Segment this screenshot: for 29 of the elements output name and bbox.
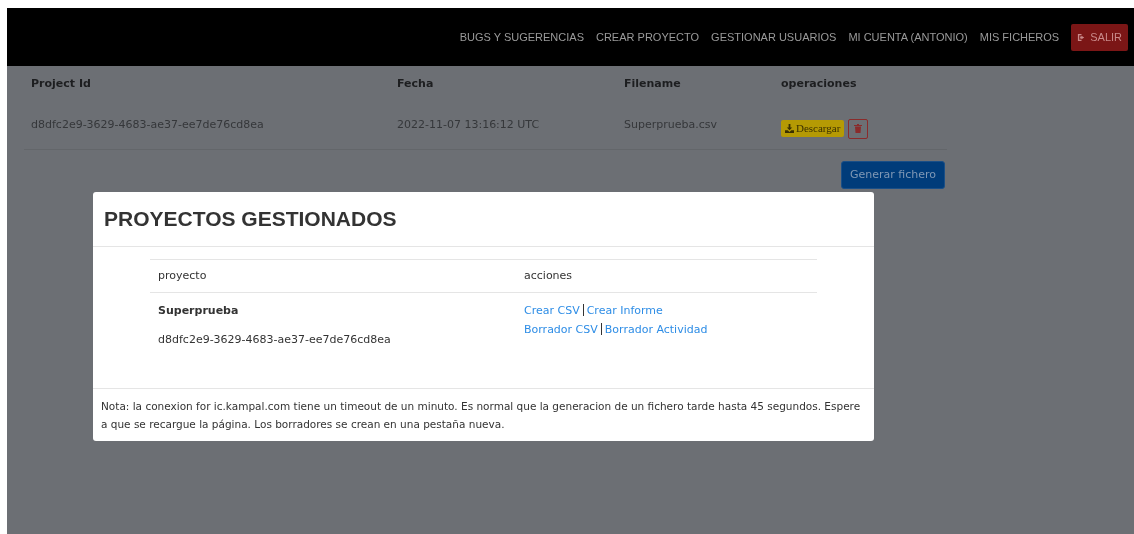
action-link[interactable]: Crear Informe — [586, 303, 663, 320]
column-header: Project Id — [30, 75, 92, 92]
delete-button[interactable] — [848, 118, 869, 139]
table-cell-text: d8dfc2e9-3629-4683-ae37-ee7de76cd8ea — [30, 117, 265, 134]
column-header: Fecha — [396, 75, 435, 92]
nav-link[interactable]: BUGS Y SUGERENCIAS — [459, 28, 584, 46]
logout-icon — [1077, 32, 1087, 42]
modal-title: PROYECTOS GESTIONADOS — [104, 206, 397, 233]
column-header: proyecto — [157, 267, 208, 284]
table-cell-text: 2022-11-07 13:16:12 UTC — [396, 117, 541, 134]
nav-link[interactable]: MI CUENTA (ANTONIO) — [848, 28, 968, 46]
project-id: d8dfc2e9-3629-4683-ae37-ee7de76cd8ea — [158, 331, 392, 348]
trash-icon — [854, 124, 863, 133]
note-text: Nota: la conexion for ic.kampal.com tiene un timeout de un minuto. Es normal que la generacion de un fichero tarde hasta 45 segundos. Espere a que se recargue la página. Los borradores se crean en una pestaña nueva. — [101, 399, 862, 432]
action-link[interactable]: Borrador CSV — [524, 321, 598, 338]
generate-file-button[interactable]: Generar fichero — [840, 161, 945, 189]
action-link[interactable]: Crear CSV — [524, 303, 580, 320]
action-link[interactable]: Borrador Actividad — [604, 321, 708, 338]
project-name: Superprueba — [158, 303, 240, 319]
download-button[interactable]: Descargar — [781, 120, 845, 137]
download-icon — [785, 124, 794, 133]
column-header: Filename — [623, 75, 682, 92]
nav-link[interactable]: MIS FICHEROS — [979, 28, 1060, 46]
nav-link[interactable]: CREAR PROYECTO — [596, 28, 700, 46]
logout-button[interactable]: SALIR — [1071, 23, 1128, 51]
nav-link[interactable]: GESTIONAR USUARIOS — [711, 28, 837, 46]
column-header: operaciones — [780, 75, 858, 92]
table-cell-text: Superprueba.csv — [623, 117, 718, 134]
column-header: acciones — [523, 267, 574, 284]
